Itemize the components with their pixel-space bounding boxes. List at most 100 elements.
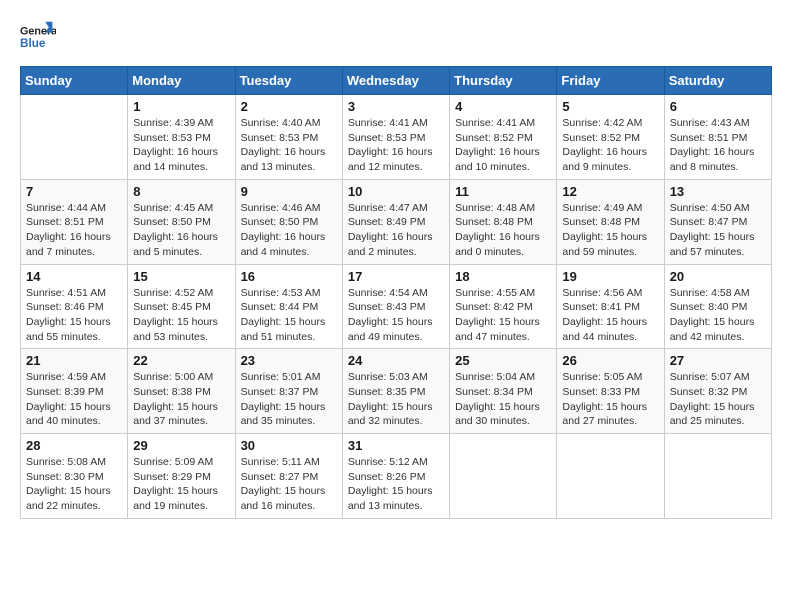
logo-icon: GeneralBlue — [20, 20, 56, 56]
day-info: Sunrise: 5:11 AM Sunset: 8:27 PM Dayligh… — [241, 455, 337, 514]
day-number: 21 — [26, 353, 122, 368]
day-info: Sunrise: 4:54 AM Sunset: 8:43 PM Dayligh… — [348, 286, 444, 345]
day-info: Sunrise: 5:07 AM Sunset: 8:32 PM Dayligh… — [670, 370, 766, 429]
day-number: 15 — [133, 269, 229, 284]
calendar-day-cell: 29 Sunrise: 5:09 AM Sunset: 8:29 PM Dayli… — [128, 434, 235, 519]
day-of-week-header: Tuesday — [235, 67, 342, 95]
calendar-day-cell: 26 Sunrise: 5:05 AM Sunset: 8:33 PM Dayli… — [557, 349, 664, 434]
calendar-day-cell: 30 Sunrise: 5:11 AM Sunset: 8:27 PM Dayli… — [235, 434, 342, 519]
day-info: Sunrise: 4:45 AM Sunset: 8:50 PM Dayligh… — [133, 201, 229, 260]
day-info: Sunrise: 4:56 AM Sunset: 8:41 PM Dayligh… — [562, 286, 658, 345]
day-info: Sunrise: 4:39 AM Sunset: 8:53 PM Dayligh… — [133, 116, 229, 175]
day-info: Sunrise: 4:48 AM Sunset: 8:48 PM Dayligh… — [455, 201, 551, 260]
calendar-day-cell: 14 Sunrise: 4:51 AM Sunset: 8:46 PM Dayli… — [21, 264, 128, 349]
day-number: 29 — [133, 438, 229, 453]
day-info: Sunrise: 4:44 AM Sunset: 8:51 PM Dayligh… — [26, 201, 122, 260]
day-number: 5 — [562, 99, 658, 114]
day-number: 28 — [26, 438, 122, 453]
day-info: Sunrise: 4:55 AM Sunset: 8:42 PM Dayligh… — [455, 286, 551, 345]
day-info: Sunrise: 4:50 AM Sunset: 8:47 PM Dayligh… — [670, 201, 766, 260]
day-of-week-header: Monday — [128, 67, 235, 95]
calendar-day-cell: 27 Sunrise: 5:07 AM Sunset: 8:32 PM Dayli… — [664, 349, 771, 434]
day-info: Sunrise: 4:59 AM Sunset: 8:39 PM Dayligh… — [26, 370, 122, 429]
day-of-week-header: Saturday — [664, 67, 771, 95]
calendar-day-cell: 28 Sunrise: 5:08 AM Sunset: 8:30 PM Dayli… — [21, 434, 128, 519]
day-number: 8 — [133, 184, 229, 199]
day-number: 14 — [26, 269, 122, 284]
calendar-table: SundayMondayTuesdayWednesdayThursdayFrid… — [20, 66, 772, 519]
day-number: 2 — [241, 99, 337, 114]
day-of-week-header: Sunday — [21, 67, 128, 95]
day-header-row: SundayMondayTuesdayWednesdayThursdayFrid… — [21, 67, 772, 95]
calendar-day-cell: 22Sunrise: 5:00 AM Sunset: 8:38 PM Dayli… — [128, 349, 235, 434]
day-number: 26 — [562, 353, 658, 368]
day-number: 9 — [241, 184, 337, 199]
calendar-day-cell — [21, 95, 128, 180]
calendar-week-row: 21 Sunrise: 4:59 AM Sunset: 8:39 PM Dayli… — [21, 349, 772, 434]
calendar-day-cell: 25Sunrise: 5:04 AM Sunset: 8:34 PM Dayli… — [450, 349, 557, 434]
day-info: Sunrise: 4:49 AM Sunset: 8:48 PM Dayligh… — [562, 201, 658, 260]
day-of-week-header: Wednesday — [342, 67, 449, 95]
day-info: Sunrise: 4:52 AM Sunset: 8:45 PM Dayligh… — [133, 286, 229, 345]
calendar-day-cell: 7 Sunrise: 4:44 AM Sunset: 8:51 PM Daylig… — [21, 179, 128, 264]
calendar-day-cell: 21 Sunrise: 4:59 AM Sunset: 8:39 PM Dayli… — [21, 349, 128, 434]
day-info: Sunrise: 4:47 AM Sunset: 8:49 PM Dayligh… — [348, 201, 444, 260]
day-number: 19 — [562, 269, 658, 284]
calendar-day-cell: 6Sunrise: 4:43 AM Sunset: 8:51 PM Daylig… — [664, 95, 771, 180]
calendar-week-row: 1 Sunrise: 4:39 AM Sunset: 8:53 PM Daylig… — [21, 95, 772, 180]
day-number: 18 — [455, 269, 551, 284]
day-info: Sunrise: 5:08 AM Sunset: 8:30 PM Dayligh… — [26, 455, 122, 514]
day-info: Sunrise: 4:53 AM Sunset: 8:44 PM Dayligh… — [241, 286, 337, 345]
day-info: Sunrise: 4:41 AM Sunset: 8:52 PM Dayligh… — [455, 116, 551, 175]
day-info: Sunrise: 5:09 AM Sunset: 8:29 PM Dayligh… — [133, 455, 229, 514]
day-of-week-header: Thursday — [450, 67, 557, 95]
calendar-day-cell: 15 Sunrise: 4:52 AM Sunset: 8:45 PM Dayli… — [128, 264, 235, 349]
day-number: 24 — [348, 353, 444, 368]
calendar-day-cell: 18 Sunrise: 4:55 AM Sunset: 8:42 PM Dayli… — [450, 264, 557, 349]
day-number: 10 — [348, 184, 444, 199]
calendar-day-cell — [450, 434, 557, 519]
calendar-day-cell: 2 Sunrise: 4:40 AM Sunset: 8:53 PM Daylig… — [235, 95, 342, 180]
calendar-day-cell: 23 Sunrise: 5:01 AM Sunset: 8:37 PM Dayli… — [235, 349, 342, 434]
day-info: Sunrise: 5:05 AM Sunset: 8:33 PM Dayligh… — [562, 370, 658, 429]
day-number: 7 — [26, 184, 122, 199]
calendar-day-cell: 3Sunrise: 4:41 AM Sunset: 8:53 PM Daylig… — [342, 95, 449, 180]
svg-text:Blue: Blue — [20, 37, 46, 50]
calendar-week-row: 7 Sunrise: 4:44 AM Sunset: 8:51 PM Daylig… — [21, 179, 772, 264]
day-number: 16 — [241, 269, 337, 284]
day-number: 22 — [133, 353, 229, 368]
page-header: GeneralBlue — [20, 20, 772, 56]
calendar-day-cell: 9Sunrise: 4:46 AM Sunset: 8:50 PM Daylig… — [235, 179, 342, 264]
calendar-day-cell: 17 Sunrise: 4:54 AM Sunset: 8:43 PM Dayli… — [342, 264, 449, 349]
day-info: Sunrise: 5:03 AM Sunset: 8:35 PM Dayligh… — [348, 370, 444, 429]
calendar-day-cell: 31Sunrise: 5:12 AM Sunset: 8:26 PM Dayli… — [342, 434, 449, 519]
day-info: Sunrise: 4:51 AM Sunset: 8:46 PM Dayligh… — [26, 286, 122, 345]
day-info: Sunrise: 4:43 AM Sunset: 8:51 PM Dayligh… — [670, 116, 766, 175]
calendar-day-cell: 19 Sunrise: 4:56 AM Sunset: 8:41 PM Dayli… — [557, 264, 664, 349]
day-number: 23 — [241, 353, 337, 368]
calendar-day-cell: 20Sunrise: 4:58 AM Sunset: 8:40 PM Dayli… — [664, 264, 771, 349]
calendar-week-row: 28 Sunrise: 5:08 AM Sunset: 8:30 PM Dayli… — [21, 434, 772, 519]
day-number: 17 — [348, 269, 444, 284]
day-info: Sunrise: 4:40 AM Sunset: 8:53 PM Dayligh… — [241, 116, 337, 175]
day-info: Sunrise: 4:41 AM Sunset: 8:53 PM Dayligh… — [348, 116, 444, 175]
day-number: 31 — [348, 438, 444, 453]
day-info: Sunrise: 4:58 AM Sunset: 8:40 PM Dayligh… — [670, 286, 766, 345]
day-number: 30 — [241, 438, 337, 453]
calendar-day-cell: 24 Sunrise: 5:03 AM Sunset: 8:35 PM Dayli… — [342, 349, 449, 434]
calendar-day-cell — [664, 434, 771, 519]
calendar-day-cell: 16 Sunrise: 4:53 AM Sunset: 8:44 PM Dayli… — [235, 264, 342, 349]
calendar-day-cell: 11 Sunrise: 4:48 AM Sunset: 8:48 PM Dayli… — [450, 179, 557, 264]
calendar-day-cell: 5 Sunrise: 4:42 AM Sunset: 8:52 PM Daylig… — [557, 95, 664, 180]
day-number: 4 — [455, 99, 551, 114]
calendar-day-cell: 1 Sunrise: 4:39 AM Sunset: 8:53 PM Daylig… — [128, 95, 235, 180]
day-number: 11 — [455, 184, 551, 199]
day-info: Sunrise: 5:01 AM Sunset: 8:37 PM Dayligh… — [241, 370, 337, 429]
day-number: 13 — [670, 184, 766, 199]
day-number: 27 — [670, 353, 766, 368]
day-info: Sunrise: 5:04 AM Sunset: 8:34 PM Dayligh… — [455, 370, 551, 429]
calendar-week-row: 14 Sunrise: 4:51 AM Sunset: 8:46 PM Dayli… — [21, 264, 772, 349]
day-number: 12 — [562, 184, 658, 199]
day-info: Sunrise: 4:42 AM Sunset: 8:52 PM Dayligh… — [562, 116, 658, 175]
day-number: 1 — [133, 99, 229, 114]
